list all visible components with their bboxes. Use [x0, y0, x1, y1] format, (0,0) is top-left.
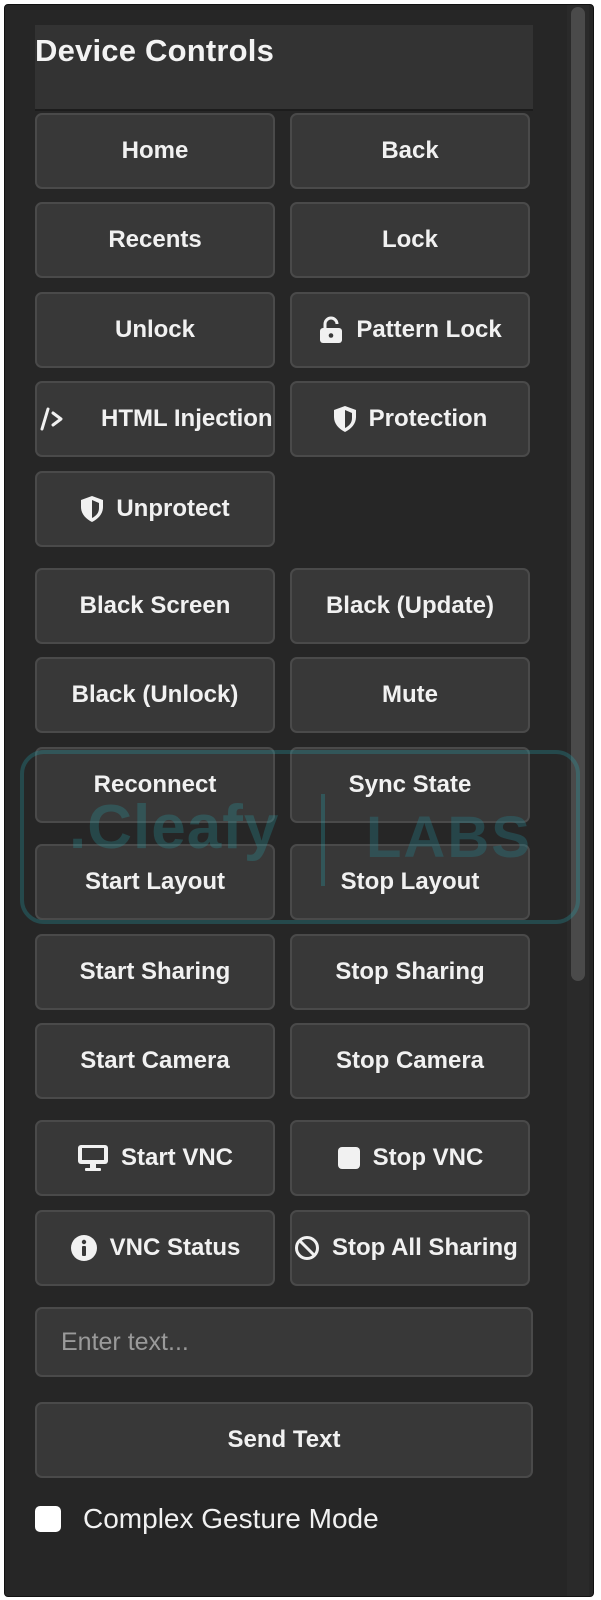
stop-sharing-button[interactable]: Stop Sharing [290, 934, 530, 1010]
button-label: Sync State [348, 771, 472, 798]
button-label: VNC Status [109, 1234, 241, 1261]
button-label: Home [121, 137, 189, 164]
scrollbar-thumb[interactable] [571, 7, 585, 981]
start-sharing-button[interactable]: Start Sharing [35, 934, 275, 1010]
shield-icon [333, 405, 357, 433]
button-label: Black (Unlock) [71, 681, 239, 708]
code-icon [39, 406, 65, 432]
button-label: Stop All Sharing [332, 1234, 518, 1261]
panel-title: Device Controls [35, 33, 275, 68]
button-label: Pattern Lock [356, 316, 502, 343]
button-label: Protection [368, 405, 488, 432]
black-unlock-button[interactable]: Black (Unlock) [35, 657, 275, 733]
reconnect-button[interactable]: Reconnect [35, 747, 275, 823]
stop-layout-button[interactable]: Stop Layout [290, 844, 530, 920]
button-label: Stop Camera [335, 1047, 485, 1074]
home-button[interactable]: Home [35, 113, 275, 189]
device-controls-panel: Device Controls Home Back Recents Lock U… [4, 4, 594, 1597]
stop-all-sharing-button[interactable]: Stop All Sharing [290, 1210, 530, 1286]
gesture-mode-label: Complex Gesture Mode [83, 1503, 379, 1534]
start-vnc-button[interactable]: Start VNC [35, 1120, 275, 1196]
send-text-button[interactable]: Send Text [35, 1402, 533, 1478]
vnc-status-button[interactable]: VNC Status [35, 1210, 275, 1286]
unlock-icon [318, 316, 344, 344]
button-label: Reconnect [93, 771, 217, 798]
shield-icon [80, 495, 104, 523]
button-label: Unlock [114, 316, 195, 343]
black-update-button[interactable]: Black (Update) [290, 568, 530, 644]
button-label: Lock [381, 226, 438, 253]
button-label: HTML Injection [101, 405, 273, 432]
button-label: Send Text [227, 1426, 341, 1453]
stop-camera-button[interactable]: Stop Camera [290, 1023, 530, 1099]
button-label: Start Layout [84, 868, 225, 895]
button-label: Back [381, 137, 439, 164]
recents-button[interactable]: Recents [35, 202, 275, 278]
button-label: Stop Layout [340, 868, 480, 895]
button-label: Start Sharing [79, 958, 231, 985]
pattern-lock-button[interactable]: Pattern Lock [290, 292, 530, 368]
mute-button[interactable]: Mute [290, 657, 530, 733]
stop-square-icon [337, 1146, 361, 1170]
back-button[interactable]: Back [290, 113, 530, 189]
sync-state-button[interactable]: Sync State [290, 747, 530, 823]
ban-icon [294, 1235, 320, 1261]
button-label: Unprotect [116, 495, 230, 522]
text-input[interactable] [35, 1307, 533, 1377]
desktop-icon [77, 1144, 109, 1172]
info-circle-icon [70, 1234, 98, 1262]
black-screen-button[interactable]: Black Screen [35, 568, 275, 644]
unprotect-button[interactable]: Unprotect [35, 471, 275, 547]
complex-gesture-toggle[interactable]: Complex Gesture Mode [35, 1503, 379, 1535]
button-label: Mute [382, 681, 438, 708]
start-camera-button[interactable]: Start Camera [35, 1023, 275, 1099]
html-injection-button[interactable]: HTML Injection [35, 381, 275, 457]
button-label: Start VNC [120, 1144, 234, 1171]
gesture-mode-checkbox[interactable] [35, 1506, 61, 1532]
protection-button[interactable]: Protection [290, 381, 530, 457]
lock-button[interactable]: Lock [290, 202, 530, 278]
stop-vnc-button[interactable]: Stop VNC [290, 1120, 530, 1196]
button-label: Stop Sharing [335, 958, 485, 985]
unlock-button[interactable]: Unlock [35, 292, 275, 368]
start-layout-button[interactable]: Start Layout [35, 844, 275, 920]
button-label: Recents [108, 226, 202, 253]
button-label: Black Screen [79, 592, 231, 619]
button-label: Start Camera [80, 1047, 230, 1074]
button-label: Black (Update) [325, 592, 495, 619]
button-label: Stop VNC [372, 1144, 484, 1171]
